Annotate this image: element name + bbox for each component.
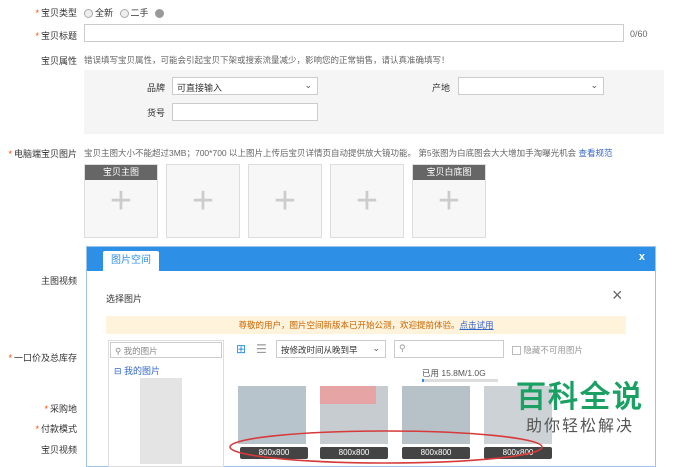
radio-other[interactable]: [155, 9, 165, 19]
brand-select[interactable]: 可直接输入 ⌄: [172, 77, 318, 95]
view-spec-link[interactable]: 查看规范: [578, 148, 612, 158]
purchase-label: * 采购地: [44, 404, 77, 414]
plus-icon: +: [191, 180, 215, 222]
slot-caption: 宝贝白底图: [413, 165, 485, 180]
pc-img-hint: 宝贝主图大小不能超过3MB；700*700 以上图片上传后宝贝详情页自动提供放大…: [84, 148, 613, 158]
image-slot-3[interactable]: +: [248, 164, 322, 238]
radio-used[interactable]: [119, 9, 129, 19]
type-label: * 宝贝类型: [35, 8, 77, 18]
hide-unusable-checkbox[interactable]: 隐藏不可用图片: [512, 344, 583, 356]
image-slot-white-bg[interactable]: 宝贝白底图 +: [412, 164, 486, 238]
tab-image-space[interactable]: 图片空间: [103, 251, 159, 271]
brand-label: 品牌: [146, 83, 165, 93]
plus-icon: +: [355, 180, 379, 222]
search-icon: ⚲: [399, 343, 406, 353]
slot-caption: 宝贝主图: [85, 165, 157, 180]
sku-input[interactable]: [172, 103, 318, 121]
tree-items-blurred: [140, 378, 182, 464]
origin-select[interactable]: ⌄: [458, 77, 604, 95]
price-label: * 一口价及总库存: [8, 353, 77, 363]
bb-video-label: 宝贝视频: [40, 445, 77, 455]
payment-label: * 付款模式: [35, 424, 77, 434]
list-view-icon[interactable]: ☰: [256, 342, 267, 356]
folder-search-input[interactable]: ⚲ 我的图片: [110, 342, 222, 358]
notice-bar: 尊敬的用户，图片空间新版本已开始公测，欢迎提前体验。点击试用: [106, 316, 626, 334]
dialog-header: 图片空间 x: [87, 247, 655, 271]
title-input[interactable]: [84, 24, 624, 42]
title-count: 0/60: [630, 29, 648, 39]
watermark-subtitle: 助你轻松解决: [526, 418, 635, 435]
video-label: 主图视频: [40, 276, 77, 286]
grid-view-icon[interactable]: ⊞: [236, 342, 246, 356]
origin-label: 产地: [431, 83, 450, 93]
watermark-title: 百科全说: [516, 381, 644, 414]
pc-img-label: * 电脑端宝贝图片: [8, 149, 77, 159]
radio-used-label: 二手: [130, 8, 149, 18]
storage-used: 已用 15.8M/1.0G: [422, 368, 486, 378]
dialog-close-icon[interactable]: x: [639, 251, 645, 263]
radio-new[interactable]: [84, 9, 93, 19]
radio-new-label: 全新: [95, 8, 114, 18]
chevron-down-icon: ⌄: [372, 343, 380, 353]
sort-select[interactable]: 按修改时间从晚到早 ⌄: [276, 340, 386, 358]
image-search-input[interactable]: ⚲: [394, 340, 504, 358]
chevron-down-icon: ⌄: [304, 80, 312, 90]
try-now-link[interactable]: 点击试用: [460, 320, 494, 330]
highlight-ellipse: [229, 430, 543, 464]
attr-label: 宝贝属性: [40, 56, 77, 66]
image-slot-2[interactable]: +: [166, 164, 240, 238]
close-icon[interactable]: ×: [612, 285, 623, 306]
plus-icon: +: [109, 180, 133, 222]
storage-bar: [422, 379, 498, 382]
image-slot-4[interactable]: +: [330, 164, 404, 238]
plus-icon: +: [273, 180, 297, 222]
image-slot-main[interactable]: 宝贝主图 +: [84, 164, 158, 238]
dialog-subtitle: 选择图片: [106, 294, 143, 304]
title-label: * 宝贝标题: [35, 31, 77, 41]
attr-hint: 错误填写宝贝属性，可能会引起宝贝下架或搜索流量减少，影响您的正常销售，请认真准确…: [84, 55, 450, 65]
type-radio-group: 全新 二手: [84, 6, 166, 19]
chevron-down-icon: ⌄: [590, 80, 598, 90]
search-icon: ⚲: [115, 346, 122, 356]
tree-root[interactable]: ⊟ 我的图片: [114, 364, 160, 377]
plus-icon: +: [437, 180, 461, 222]
sku-label: 货号: [146, 108, 165, 118]
